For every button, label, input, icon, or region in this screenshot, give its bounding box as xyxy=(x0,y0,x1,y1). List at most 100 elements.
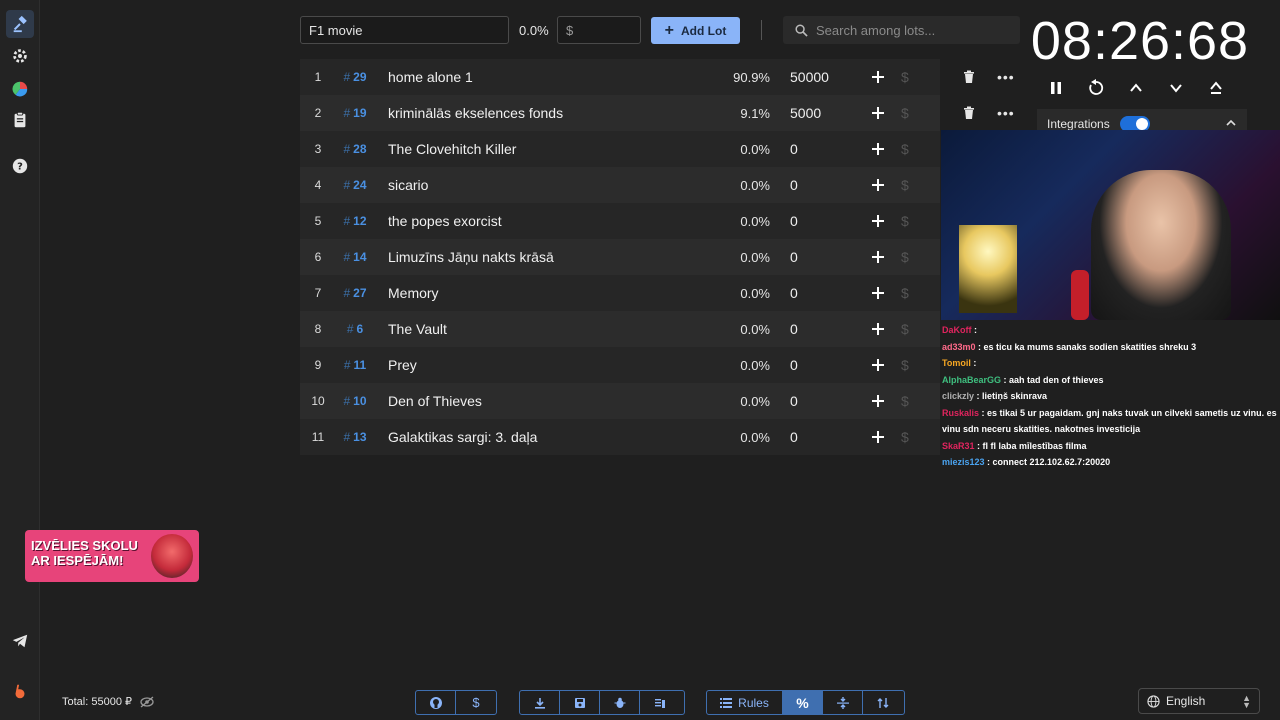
pie-chart-icon[interactable] xyxy=(6,75,34,103)
percent-icon[interactable]: % xyxy=(783,691,823,714)
dollar-icon[interactable]: $ xyxy=(456,691,496,714)
chevron-down-icon[interactable] xyxy=(1166,77,1186,99)
lot-amount[interactable]: 5000 xyxy=(790,105,821,121)
lot-amount[interactable]: 0 xyxy=(790,393,798,409)
dollar-icon[interactable]: $ xyxy=(901,249,909,265)
lot-name[interactable]: home alone 1 xyxy=(388,69,473,85)
lot-row[interactable]: 3 #28 The Clovehitch Killer 0.0% 0 $ xyxy=(300,131,940,167)
add-amount-icon[interactable] xyxy=(870,357,886,373)
lot-row[interactable]: 1 #29 home alone 1 90.9% 50000 $ ••• xyxy=(300,59,1014,95)
lot-row[interactable]: 5 #12 the popes exorcist 0.0% 0 $ xyxy=(300,203,940,239)
lot-name-input[interactable]: F1 movie xyxy=(300,16,509,44)
boosty-icon[interactable] xyxy=(6,678,34,706)
add-amount-icon[interactable] xyxy=(870,393,886,409)
dollar-icon[interactable]: $ xyxy=(901,285,909,301)
rules-button[interactable]: Rules xyxy=(707,691,783,714)
lot-row[interactable]: 9 #11 Prey 0.0% 0 $ xyxy=(300,347,940,383)
more-icon[interactable]: ••• xyxy=(997,69,1015,85)
bug-icon[interactable] xyxy=(600,691,640,714)
lot-amount[interactable]: 0 xyxy=(790,285,798,301)
dollar-icon[interactable]: $ xyxy=(901,429,909,445)
compact-view-icon[interactable] xyxy=(823,691,863,714)
search-input[interactable]: Search among lots... xyxy=(783,16,1020,44)
trash-icon[interactable] xyxy=(962,106,976,120)
lot-name[interactable]: kriminālās ekselences fonds xyxy=(388,105,563,121)
eye-off-icon[interactable] xyxy=(140,696,154,708)
lot-name[interactable]: The Clovehitch Killer xyxy=(388,141,516,157)
add-amount-icon[interactable] xyxy=(870,213,886,229)
dollar-icon[interactable]: $ xyxy=(901,213,909,229)
download-icon[interactable] xyxy=(520,691,560,714)
promo-banner[interactable]: IZVĒLIES SKOLU AR IESPĒJĀM! xyxy=(25,530,199,582)
dollar-icon[interactable]: $ xyxy=(901,141,909,157)
amount-input[interactable]: $ xyxy=(557,16,641,44)
add-amount-icon[interactable] xyxy=(870,105,886,121)
lot-id[interactable]: #12 xyxy=(336,214,374,228)
lot-name[interactable]: Limuzīns Jāņu nakts krāsā xyxy=(388,249,554,265)
lot-amount[interactable]: 0 xyxy=(790,213,798,229)
chevron-up-icon[interactable] xyxy=(1126,77,1146,99)
dollar-icon[interactable]: $ xyxy=(901,357,909,373)
dollar-icon[interactable]: $ xyxy=(901,177,909,193)
dollar-icon[interactable]: $ xyxy=(901,393,909,409)
gavel-icon[interactable] xyxy=(6,10,34,38)
lot-amount[interactable]: 0 xyxy=(790,177,798,193)
add-amount-icon[interactable] xyxy=(870,285,886,301)
clipboard-icon[interactable] xyxy=(6,106,34,134)
lot-name[interactable]: The Vault xyxy=(388,321,447,337)
lot-row[interactable]: 10 #10 Den of Thieves 0.0% 0 $ xyxy=(300,383,940,419)
add-amount-icon[interactable] xyxy=(870,429,886,445)
add-amount-icon[interactable] xyxy=(870,141,886,157)
gear-icon[interactable] xyxy=(6,42,34,70)
lot-amount[interactable]: 0 xyxy=(790,429,798,445)
lot-amount[interactable]: 0 xyxy=(790,357,798,373)
lot-id[interactable]: #11 xyxy=(336,358,374,372)
hash-icon: # xyxy=(343,286,351,300)
lot-id[interactable]: #29 xyxy=(336,70,374,84)
lot-name[interactable]: Memory xyxy=(388,285,439,301)
eject-icon[interactable] xyxy=(1206,77,1226,99)
lot-id[interactable]: #27 xyxy=(336,286,374,300)
lot-name[interactable]: the popes exorcist xyxy=(388,213,502,229)
lot-name[interactable]: Prey xyxy=(388,357,417,373)
github-icon[interactable] xyxy=(416,691,456,714)
lot-amount[interactable]: 0 xyxy=(790,141,798,157)
lot-id[interactable]: #6 xyxy=(336,322,374,336)
lot-id[interactable]: #19 xyxy=(336,106,374,120)
sort-icon[interactable] xyxy=(863,691,903,714)
lot-name[interactable]: Den of Thieves xyxy=(388,393,482,409)
lot-amount[interactable]: 0 xyxy=(790,321,798,337)
lot-row[interactable]: 4 #24 sicario 0.0% 0 $ xyxy=(300,167,940,203)
trash-icon[interactable] xyxy=(962,70,976,84)
lot-name[interactable]: sicario xyxy=(388,177,428,193)
dollar-icon[interactable]: $ xyxy=(901,69,909,85)
add-amount-icon[interactable] xyxy=(870,249,886,265)
lot-row[interactable]: 11 #13 Galaktikas sargi: 3. daļa 0.0% 0 $ xyxy=(300,419,940,455)
lot-amount[interactable]: 0 xyxy=(790,249,798,265)
lot-amount[interactable]: 50000 xyxy=(790,69,829,85)
add-amount-icon[interactable] xyxy=(870,321,886,337)
dollar-icon[interactable]: $ xyxy=(901,321,909,337)
save-icon[interactable] xyxy=(560,691,600,714)
telegram-icon[interactable] xyxy=(6,627,34,655)
lot-id[interactable]: #10 xyxy=(336,394,374,408)
add-lot-button[interactable]: + Add Lot xyxy=(651,17,740,44)
more-icon[interactable]: ••• xyxy=(997,105,1015,121)
restart-icon[interactable] xyxy=(1086,77,1106,99)
help-circle-icon[interactable]: ? xyxy=(6,152,34,180)
lot-id[interactable]: #13 xyxy=(336,430,374,444)
lot-row[interactable]: 6 #14 Limuzīns Jāņu nakts krāsā 0.0% 0 $ xyxy=(300,239,940,275)
pause-icon[interactable] xyxy=(1046,77,1066,99)
lot-name[interactable]: Galaktikas sargi: 3. daļa xyxy=(388,429,537,445)
lot-id[interactable]: #24 xyxy=(336,178,374,192)
lot-id[interactable]: #28 xyxy=(336,142,374,156)
lot-row[interactable]: 2 #19 kriminālās ekselences fonds 9.1% 5000 $… xyxy=(300,95,1014,131)
lot-row[interactable]: 7 #27 Memory 0.0% 0 $ xyxy=(300,275,940,311)
dollar-icon[interactable]: $ xyxy=(901,105,909,121)
lot-id[interactable]: #14 xyxy=(336,250,374,264)
add-amount-icon[interactable] xyxy=(870,69,886,85)
clear-list-icon[interactable] xyxy=(640,691,680,714)
language-select[interactable]: English ▲ ▼ xyxy=(1138,688,1260,714)
lot-row[interactable]: 8 #6 The Vault 0.0% 0 $ xyxy=(300,311,940,347)
add-amount-icon[interactable] xyxy=(870,177,886,193)
